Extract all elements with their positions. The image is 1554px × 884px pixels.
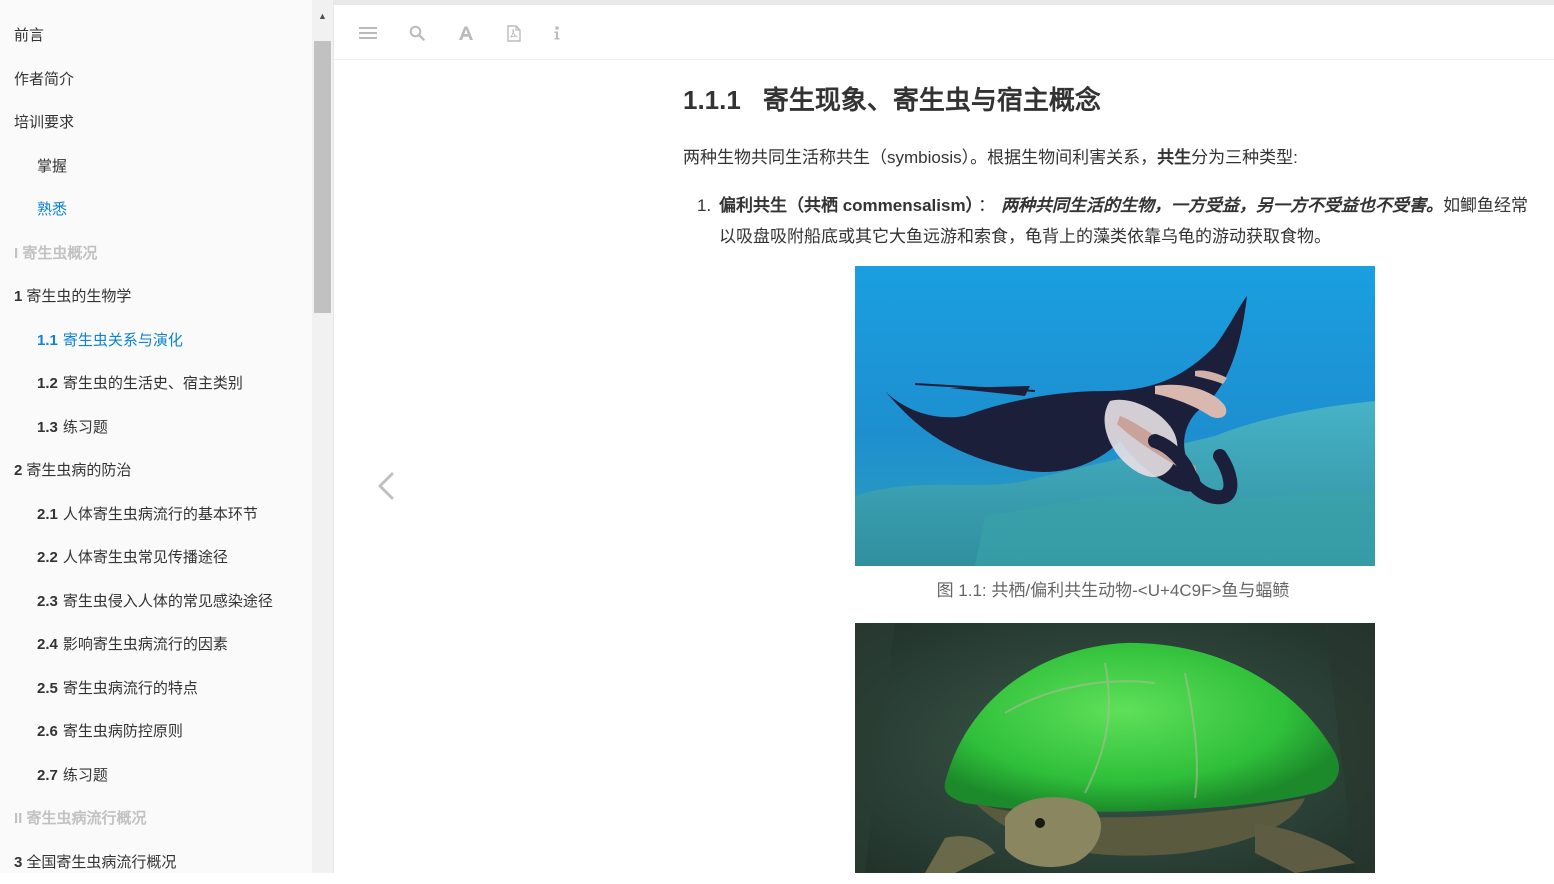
toc-item[interactable]: 1寄生虫的生物学 <box>0 275 312 319</box>
toc-item-number: 3 <box>14 854 22 871</box>
previous-page-arrow-icon[interactable] <box>372 466 402 506</box>
list-separator: ： <box>978 196 995 215</box>
toc-item-number: 2.1 <box>37 506 58 523</box>
toc-item[interactable]: I 寄生虫概况 <box>0 232 312 276</box>
list-term: 偏利共生（共栖 commensalism） <box>719 196 974 215</box>
font-icon[interactable] <box>454 21 478 45</box>
toc-item-label: 寄生虫关系与演化 <box>63 332 183 349</box>
toc-item-label: I 寄生虫概况 <box>14 245 97 262</box>
toc-item-label: 全国寄生虫病流行概况 <box>26 854 176 871</box>
toc-item-label: II 寄生虫病流行概况 <box>14 810 147 827</box>
toc-item-number: 1.1 <box>37 332 58 349</box>
section-title: 1.1.1 寄生现象、寄生虫与宿主概念 <box>683 80 1101 117</box>
toc-item-label: 练习题 <box>63 767 108 784</box>
toc-item[interactable]: 2.4 影响寄生虫病流行的因素 <box>0 623 312 667</box>
search-icon[interactable] <box>405 21 429 45</box>
toc-item-label: 寄生虫侵入人体的常见感染途径 <box>63 593 273 610</box>
symbiosis-type-list: 1. 偏利共生（共栖 commensalism）： 两种共同生活的生物，一方受益，… <box>683 190 1543 252</box>
toc-item-label: 前言 <box>14 27 44 44</box>
figure-manta-ray-image <box>855 266 1375 566</box>
toc-item-label: 寄生虫病的防治 <box>26 462 131 479</box>
toc-item-label: 作者简介 <box>14 71 74 88</box>
toc-item-label: 寄生虫的生物学 <box>26 288 131 305</box>
toc-item-label: 熟悉 <box>37 201 67 218</box>
toolbar <box>334 5 1554 60</box>
toc-item-number: 1 <box>14 288 22 305</box>
toc-item[interactable]: 2.7 练习题 <box>0 754 312 798</box>
toc-item[interactable]: 1.3 练习题 <box>0 406 312 450</box>
toc-item-label: 人体寄生虫常见传播途径 <box>63 549 228 566</box>
toc-item[interactable]: 2寄生虫病的防治 <box>0 449 312 493</box>
toc-item[interactable]: 1.1 寄生虫关系与演化 <box>0 319 312 363</box>
toc-item-number: 2.6 <box>37 723 58 740</box>
section-number: 1.1.1 <box>683 85 741 115</box>
toc-item[interactable]: 熟悉 <box>0 188 312 232</box>
toc-item[interactable]: 2.1 人体寄生虫病流行的基本环节 <box>0 493 312 537</box>
toc-sidebar: 前言作者简介培训要求掌握熟悉 I 寄生虫概况 1寄生虫的生物学 1.1 寄生虫关系与演化… <box>0 0 334 873</box>
toc-item-label: 影响寄生虫病流行的因素 <box>63 636 228 653</box>
toc-item[interactable]: 作者简介 <box>0 58 312 102</box>
toc-item-label: 寄生虫的生活史、宿主类别 <box>63 375 243 392</box>
intro-text-1: 两种生物共同生活称共生（symbiosis）。根据生物间利害关系， <box>683 148 1157 167</box>
toc-item[interactable]: 2.5 寄生虫病流行的特点 <box>0 667 312 711</box>
intro-paragraph: 两种生物共同生活称共生（symbiosis）。根据生物间利害关系，共生分为三种类… <box>683 146 1543 170</box>
toc-item-label: 寄生虫病流行的特点 <box>63 680 198 697</box>
toc-item-number: 2.3 <box>37 593 58 610</box>
figure-algae-turtle-image <box>855 623 1375 873</box>
toc-item-number: 2.7 <box>37 767 58 784</box>
toc-item[interactable]: 2.3 寄生虫侵入人体的常见感染途径 <box>0 580 312 624</box>
toc-item-label: 寄生虫病防控原则 <box>63 723 183 740</box>
pdf-icon[interactable] <box>502 21 526 45</box>
toc-item-label: 培训要求 <box>14 114 74 131</box>
toc-item-number: 1.2 <box>37 375 58 392</box>
toc-item[interactable]: II 寄生虫病流行概况 <box>0 797 312 841</box>
toc-item[interactable]: 2.6 寄生虫病防控原则 <box>0 710 312 754</box>
toc-item-label: 人体寄生虫病流行的基本环节 <box>63 506 258 523</box>
toc-item[interactable]: 掌握 <box>0 145 312 189</box>
sidebar-scrollbar[interactable]: ▲ <box>312 0 333 873</box>
toc-item-number: 2 <box>14 462 22 479</box>
toc-item[interactable]: 2.2 人体寄生虫常见传播途径 <box>0 536 312 580</box>
toc-item[interactable]: 培训要求 <box>0 101 312 145</box>
intro-text-2: 分为三种类型: <box>1191 148 1298 167</box>
intro-bold-term: 共生 <box>1157 148 1191 167</box>
toc-item[interactable]: 1.2 寄生虫的生活史、宿主类别 <box>0 362 312 406</box>
toc-item[interactable]: 前言 <box>0 14 312 58</box>
menu-icon[interactable] <box>356 21 380 45</box>
figure-caption: 图 1.1: 共栖/偏利共生动物-<U+4C9F>鱼与蝠鲼 <box>683 579 1543 603</box>
scrollbar-thumb[interactable] <box>314 41 331 313</box>
section-title-text: 寄生现象、寄生虫与宿主概念 <box>763 85 1101 115</box>
toc-item-label: 掌握 <box>37 158 67 175</box>
info-icon[interactable] <box>545 21 569 45</box>
toc-list: 前言作者简介培训要求掌握熟悉 I 寄生虫概况 1寄生虫的生物学 1.1 寄生虫关系与演化… <box>0 14 312 884</box>
toc-item-number: 2.2 <box>37 549 58 566</box>
toc-item-number: 2.5 <box>37 680 58 697</box>
list-marker: 1. <box>697 190 711 221</box>
toc-item-number: 2.4 <box>37 636 58 653</box>
scroll-up-arrow-icon[interactable]: ▲ <box>312 6 333 26</box>
list-item: 1. 偏利共生（共栖 commensalism）： 两种共同生活的生物，一方受益，… <box>683 190 1543 252</box>
toc-item-label: 练习题 <box>63 419 108 436</box>
toc-item-number: 1.3 <box>37 419 58 436</box>
list-definition: 两种共同生活的生物，一方受益，另一方不受益也不受害。 <box>1001 196 1443 215</box>
toc-item[interactable]: 3全国寄生虫病流行概况 <box>0 841 312 884</box>
